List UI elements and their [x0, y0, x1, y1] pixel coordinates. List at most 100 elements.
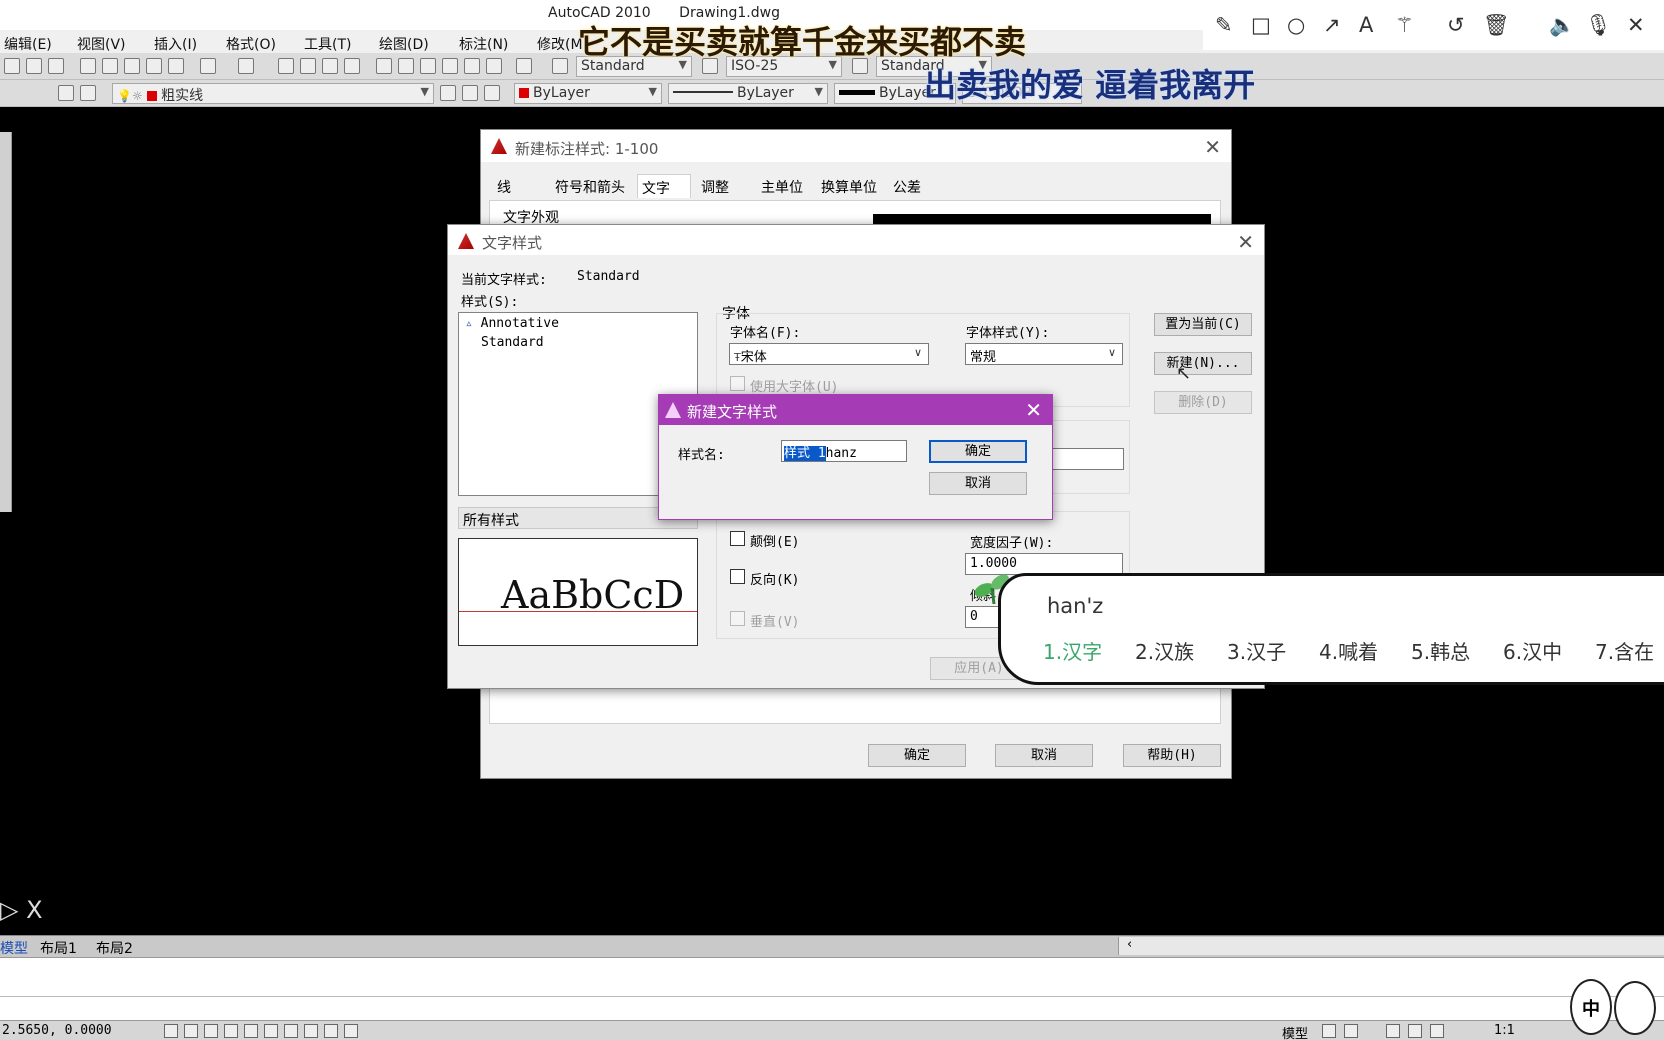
- menu-view[interactable]: 视图(V): [77, 34, 126, 54]
- tab-alternate-units[interactable]: 换算单位: [817, 174, 881, 198]
- microphone-icon[interactable]: 🎙: [1585, 12, 1612, 38]
- steering-wheel-icon[interactable]: [1430, 1024, 1444, 1038]
- text-icon[interactable]: A: [1359, 12, 1373, 38]
- save-icon[interactable]: [48, 58, 64, 74]
- menu-insert[interactable]: 插入(I): [154, 34, 197, 54]
- tab-layout1[interactable]: 布局1: [40, 938, 77, 958]
- dyn-icon[interactable]: [304, 1024, 318, 1038]
- pan-icon[interactable]: [278, 58, 294, 74]
- otrack-icon[interactable]: [264, 1024, 278, 1038]
- ime-status-mascot[interactable]: 中: [1570, 975, 1660, 1037]
- list-item[interactable]: Standard: [481, 335, 544, 350]
- layer-states-icon[interactable]: [80, 85, 96, 101]
- tab-fit[interactable]: 调整: [697, 174, 733, 198]
- osnap-icon[interactable]: [244, 1024, 258, 1038]
- font-style-select[interactable]: 常规 ∨: [965, 343, 1123, 365]
- tab-tolerances[interactable]: 公差: [889, 174, 925, 198]
- upside-down-checkbox[interactable]: [730, 531, 745, 546]
- scroll-left-icon[interactable]: ‹: [1127, 937, 1132, 952]
- block-editor-icon[interactable]: [168, 58, 184, 74]
- circle-icon[interactable]: ○: [1287, 12, 1305, 38]
- list-item[interactable]: ▵ Annotative: [465, 316, 559, 331]
- tab-text[interactable]: 文字: [637, 174, 691, 198]
- redo-icon[interactable]: [238, 58, 254, 74]
- paste-icon[interactable]: [124, 58, 140, 74]
- tab-symbols-arrows[interactable]: 符号和箭头: [551, 174, 629, 198]
- zoom-realtime-icon[interactable]: [300, 58, 316, 74]
- undo-icon[interactable]: [200, 58, 216, 74]
- ortho-icon[interactable]: [204, 1024, 218, 1038]
- rectangle-icon[interactable]: □: [1251, 12, 1271, 38]
- set-current-button[interactable]: 置为当前(C): [1154, 313, 1252, 336]
- ducs-icon[interactable]: [284, 1024, 298, 1038]
- make-current-layer-icon[interactable]: [440, 85, 456, 101]
- sheet-set-icon[interactable]: [442, 58, 458, 74]
- layer-manager-icon[interactable]: [58, 85, 74, 101]
- markup-icon[interactable]: [464, 58, 480, 74]
- match-properties-icon[interactable]: [146, 58, 162, 74]
- new-file-icon[interactable]: [4, 58, 20, 74]
- zoom-window-icon[interactable]: [322, 58, 338, 74]
- snap-icon[interactable]: [164, 1024, 178, 1038]
- magic-wand-icon[interactable]: ⚚: [1395, 12, 1414, 38]
- menu-dimension[interactable]: 标注(N): [459, 34, 508, 54]
- vertical-checkbox[interactable]: [730, 611, 745, 626]
- tab-layout2[interactable]: 布局2: [96, 938, 133, 958]
- polar-icon[interactable]: [224, 1024, 238, 1038]
- design-center-icon[interactable]: [398, 58, 414, 74]
- menu-modify[interactable]: 修改(M: [537, 34, 583, 54]
- tool-palette-strip[interactable]: [0, 132, 12, 512]
- ime-candidate-2[interactable]: 2.汉族: [1135, 636, 1194, 665]
- close-icon[interactable]: ✕: [1627, 12, 1645, 38]
- new-style-cancel-button[interactable]: 取消: [929, 472, 1027, 495]
- properties-icon[interactable]: [376, 58, 392, 74]
- ime-candidate-3[interactable]: 3.汉子: [1227, 636, 1286, 665]
- undo-icon[interactable]: ↺: [1447, 12, 1465, 38]
- trash-icon[interactable]: 🗑: [1483, 12, 1510, 38]
- dim-help-button[interactable]: 帮助(H): [1123, 744, 1221, 767]
- quick-properties-icon[interactable]: [344, 1024, 358, 1038]
- tab-lines[interactable]: 线: [493, 174, 515, 198]
- calculator-icon[interactable]: [486, 58, 502, 74]
- command-line[interactable]: [0, 957, 1664, 1020]
- layer-combo[interactable]: 💡☼ 粗实线 ▼: [112, 83, 434, 104]
- menu-draw[interactable]: 绘图(D): [379, 34, 429, 54]
- menu-format[interactable]: 格式(O): [226, 34, 276, 54]
- speaker-icon[interactable]: 🔈: [1549, 12, 1575, 38]
- ime-candidate-5[interactable]: 5.韩总: [1411, 636, 1470, 665]
- ime-candidate-4[interactable]: 4.喊着: [1319, 636, 1378, 665]
- horizontal-scrollbar[interactable]: ‹: [1118, 937, 1664, 955]
- help-icon[interactable]: [516, 58, 532, 74]
- cut-icon[interactable]: [80, 58, 96, 74]
- open-icon[interactable]: [26, 58, 42, 74]
- color-combo[interactable]: ByLayer ▼: [514, 83, 662, 104]
- model-space-label[interactable]: 模型: [1282, 1023, 1308, 1040]
- layout-view-icon[interactable]: [1322, 1024, 1336, 1038]
- style-name-input[interactable]: 样式 1hanz: [781, 440, 907, 462]
- arrow-icon[interactable]: ↗: [1323, 12, 1341, 38]
- pencil-icon[interactable]: ✎: [1215, 12, 1233, 38]
- close-icon[interactable]: ✕: [1237, 230, 1254, 254]
- new-style-ok-button[interactable]: 确定: [929, 440, 1027, 463]
- tool-palettes-icon[interactable]: [420, 58, 436, 74]
- backwards-checkbox[interactable]: [730, 569, 745, 584]
- bigfont-checkbox[interactable]: [730, 376, 745, 391]
- layer-previous-icon[interactable]: [462, 85, 478, 101]
- zoom-status-icon[interactable]: [1408, 1024, 1422, 1038]
- layer-match-icon[interactable]: [484, 85, 500, 101]
- delete-style-button[interactable]: 删除(D): [1154, 391, 1252, 414]
- ime-candidate-6[interactable]: 6.汉中: [1503, 636, 1562, 665]
- close-icon[interactable]: ✕: [1204, 135, 1221, 159]
- tab-primary-units[interactable]: 主单位: [757, 174, 807, 198]
- linetype-combo[interactable]: ByLayer ▼: [668, 83, 828, 104]
- close-icon[interactable]: ✕: [1025, 398, 1042, 422]
- copy-icon[interactable]: [102, 58, 118, 74]
- lineweight-toggle-icon[interactable]: [324, 1024, 338, 1038]
- ime-candidate-1[interactable]: 1.汉字: [1043, 636, 1102, 665]
- menu-edit[interactable]: 编辑(E): [4, 34, 52, 54]
- annotation-scale[interactable]: 1:1: [1494, 1023, 1515, 1038]
- new-style-button[interactable]: 新建(N)...: [1154, 352, 1252, 375]
- zoom-previous-icon[interactable]: [344, 58, 360, 74]
- font-name-select[interactable]: Ŧ宋体 ∨: [729, 343, 929, 365]
- tab-model[interactable]: 模型: [0, 938, 28, 958]
